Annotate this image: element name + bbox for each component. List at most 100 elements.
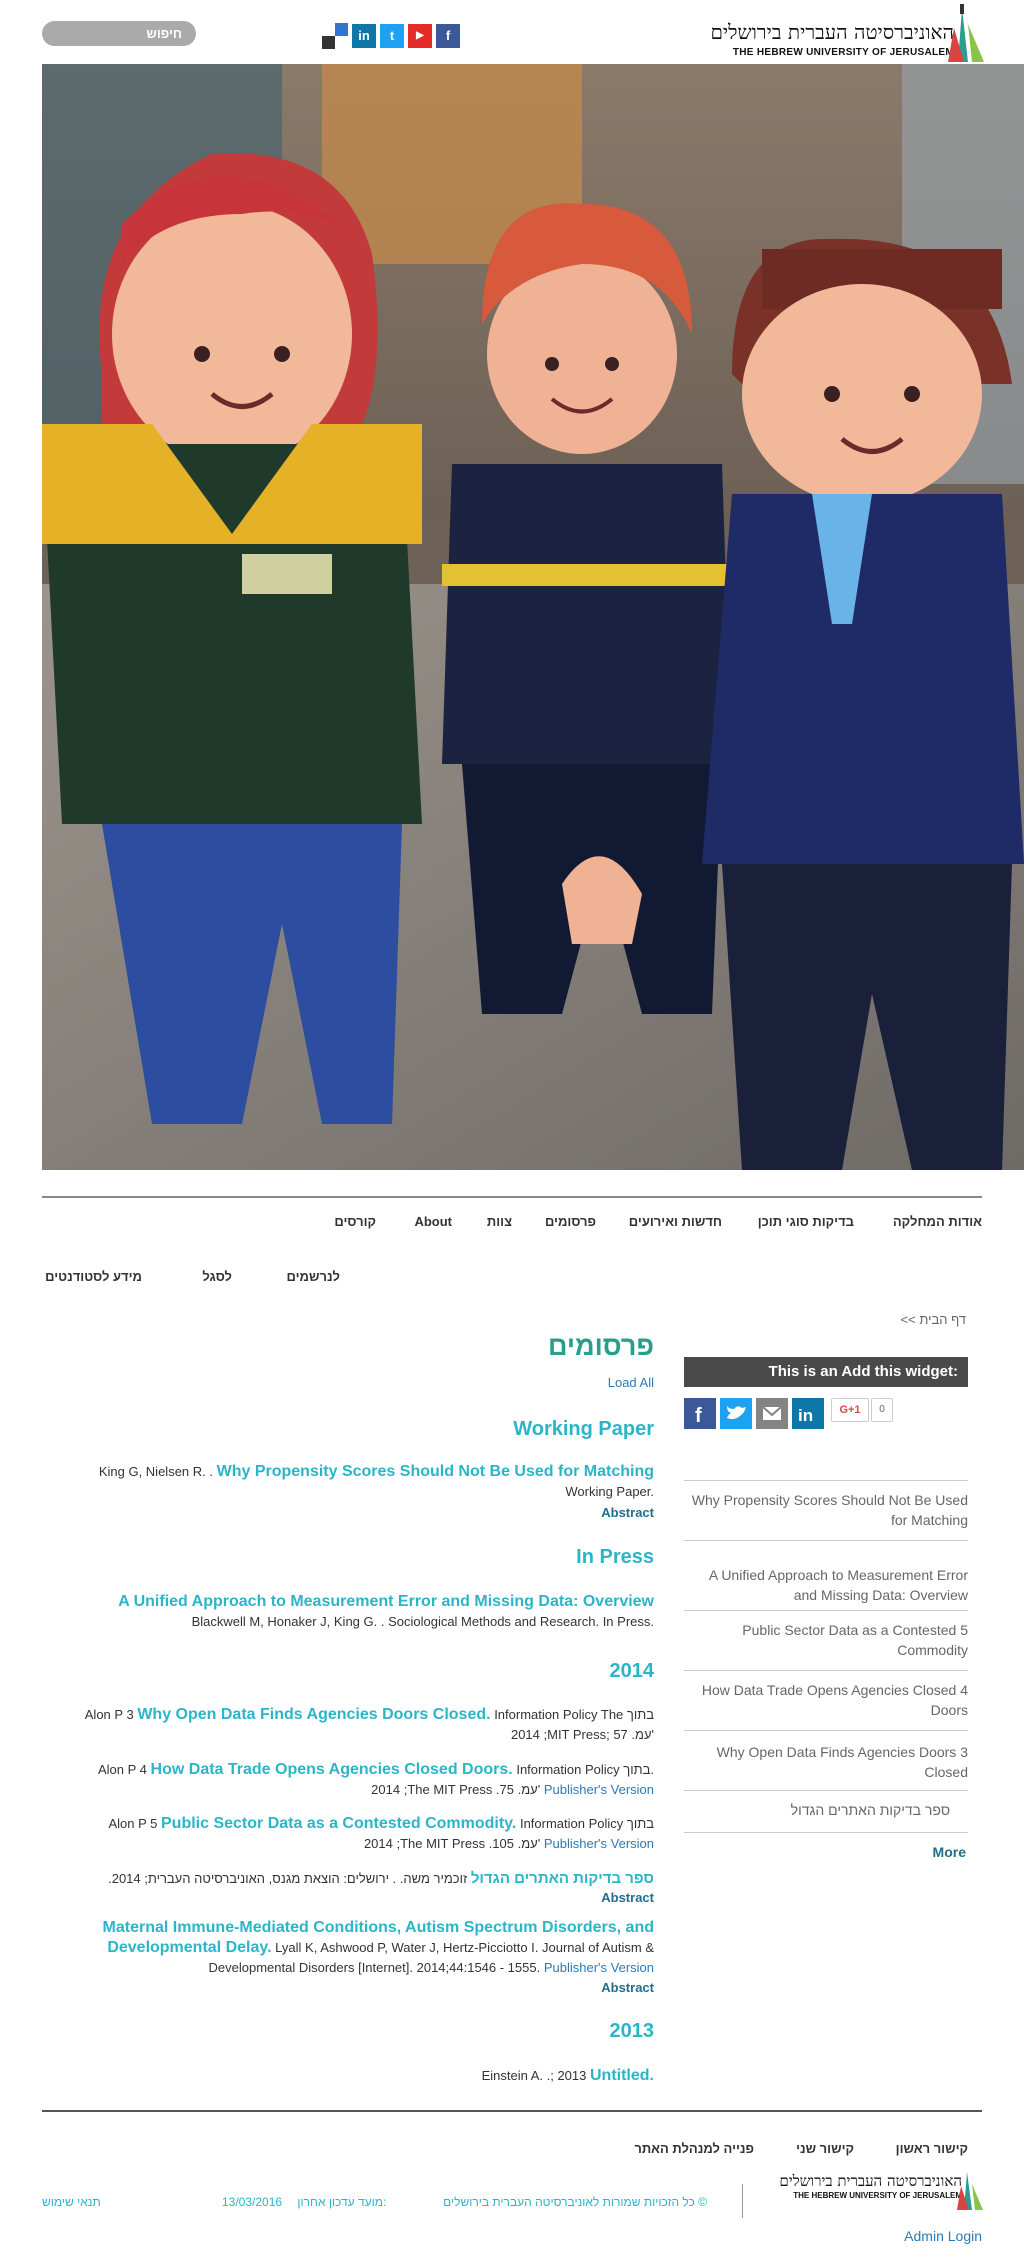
admin-login-link[interactable]: Admin Login bbox=[904, 2228, 982, 2244]
nav-item-about-department[interactable]: אודות המחלקה bbox=[893, 1214, 982, 1229]
entry-line: Alon P 4 How Data Trade Opens Agencies C… bbox=[34, 1760, 654, 1780]
share-twitter-icon[interactable] bbox=[720, 1398, 752, 1429]
entry-title-link[interactable]: How Data Trade Opens Agencies Closed Doo… bbox=[151, 1761, 513, 1778]
nav-item-about[interactable]: About bbox=[414, 1214, 452, 1229]
abstract-link[interactable]: Abstract bbox=[601, 1890, 654, 1905]
nav-item-content-tests[interactable]: בדיקות סוגי תוכן bbox=[758, 1214, 854, 1229]
entry-details: 2014 ;MIT Press; 57 .עמ' bbox=[510, 1727, 654, 1742]
entry-details: Developmental Disorders [Internet]. 2014… bbox=[34, 1958, 654, 1978]
publication-entry: King G, Nielsen R. . Why Propensity Scor… bbox=[34, 1462, 654, 1502]
publication-entry: Alon P 3 Why Open Data Finds Agencies Do… bbox=[34, 1705, 654, 1745]
share-linkedin-icon[interactable]: in bbox=[792, 1398, 824, 1429]
publication-entry: Alon P 4 How Data Trade Opens Agencies C… bbox=[34, 1760, 654, 1800]
last-updated-label: מועד עדכון אחרון: bbox=[297, 2195, 387, 2209]
sidebar-divider bbox=[684, 1610, 968, 1611]
more-link[interactable]: More bbox=[933, 1844, 966, 1860]
google-plus-count: 0 bbox=[871, 1398, 893, 1422]
entry-line: Alon P 5 Public Sector Data as a Contest… bbox=[34, 1814, 654, 1834]
section-heading-2014: 2014 bbox=[609, 1660, 655, 1682]
sidebar-item[interactable]: 4 How Data Trade Opens Agencies Closed D… bbox=[684, 1680, 968, 1720]
publisher-version-link[interactable]: Publisher's Version bbox=[544, 1960, 654, 1975]
abstract-link[interactable]: Abstract bbox=[601, 1505, 654, 1520]
twitter-glyph bbox=[727, 1406, 746, 1420]
share-facebook-icon[interactable]: f bbox=[684, 1398, 716, 1429]
publisher-version-link[interactable]: Publisher's Version bbox=[544, 1836, 654, 1851]
nav-divider bbox=[42, 1196, 982, 1198]
entry-title-link[interactable]: Why Open Data Finds Agencies Doors Close… bbox=[137, 1706, 490, 1723]
addthis-widget-title: This is an Add this widget: bbox=[684, 1357, 968, 1387]
youtube-icon[interactable]: ▶ bbox=[408, 24, 432, 48]
section-heading-working-paper: Working Paper bbox=[513, 1418, 654, 1440]
footer-divider bbox=[42, 2110, 982, 2112]
delicious-icon[interactable] bbox=[322, 23, 348, 49]
entry-authors: King G, Nielsen R. . bbox=[98, 1464, 213, 1479]
footer-link-contact[interactable]: פנייה למנהלת האתר bbox=[634, 2141, 754, 2156]
entry-publisher: 2014 ;The MIT Press .105 .עמ' bbox=[363, 1836, 541, 1851]
linkedin-glyph: in bbox=[798, 1406, 813, 1425]
entry-publisher: 2014 ;The MIT Press .75 .עמ' bbox=[371, 1782, 541, 1797]
sidebar-item[interactable]: Why Propensity Scores Should Not Be Used… bbox=[684, 1490, 968, 1530]
facebook-glyph: f bbox=[695, 1405, 702, 1427]
sidebar-divider bbox=[684, 1480, 968, 1481]
footer-logo[interactable]: האוניברסיטה העברית בירושלים THE HEBREW U… bbox=[779, 2172, 962, 2200]
last-updated-date: 13/03/2016 bbox=[222, 2195, 283, 2209]
toy-figures-photo bbox=[42, 64, 1024, 1170]
search-button[interactable]: חיפוש bbox=[42, 21, 196, 46]
entry-line: Alon P 3 Why Open Data Finds Agencies Do… bbox=[34, 1705, 654, 1725]
nav-item-registrants[interactable]: לנרשמים bbox=[287, 1269, 340, 1284]
entry-line: King G, Nielsen R. . Why Propensity Scor… bbox=[34, 1462, 654, 1482]
facebook-icon[interactable]: f bbox=[436, 24, 460, 48]
nav-item-students-info[interactable]: מידע לסטודנטים bbox=[45, 1269, 142, 1284]
sidebar-item[interactable]: ספר בדיקות האתרים הגדול bbox=[684, 1800, 968, 1820]
nav-item-courses[interactable]: קורסים bbox=[334, 1214, 376, 1229]
google-plus-button[interactable]: G+1 bbox=[831, 1398, 869, 1422]
abstract-link[interactable]: Abstract bbox=[601, 1980, 654, 1995]
sidebar-item[interactable]: 5 Public Sector Data as a Contested Comm… bbox=[684, 1620, 968, 1660]
breadcrumb[interactable]: דף הבית >> bbox=[901, 1312, 966, 1327]
logo-english-text: THE HEBREW UNIVERSITY OF JERUSALEM bbox=[732, 47, 954, 58]
entry-details: Blackwell M, Honaker J, King G. . Sociol… bbox=[191, 1614, 654, 1629]
delicious-glyph bbox=[322, 23, 348, 49]
publication-entry: ספר בדיקות האתרים הגדול זוכמיר משה. . יר… bbox=[34, 1869, 654, 1889]
sidebar-divider bbox=[684, 1540, 968, 1541]
publication-entry: A Unified Approach to Measurement Error … bbox=[34, 1592, 654, 1632]
entry-title-link[interactable]: Why Propensity Scores Should Not Be Used… bbox=[217, 1463, 654, 1480]
publication-entry: Einstein A. .; 2013 Untitled. bbox=[34, 2066, 654, 2086]
logo-hebrew-text: האוניברסיטה העברית בירושלים bbox=[710, 20, 954, 44]
entry-source: Information Policy בתוך. bbox=[516, 1762, 654, 1777]
entry-title-link[interactable]: Untitled. bbox=[590, 2067, 654, 2084]
footer-logo-hebrew: האוניברסיטה העברית בירושלים bbox=[779, 2172, 962, 2190]
section-heading-in-press: In Press bbox=[576, 1546, 654, 1568]
entry-details: 2014 ;The MIT Press .75 .עמ' Publisher's… bbox=[34, 1780, 654, 1800]
load-all-link[interactable]: Load All bbox=[608, 1375, 654, 1390]
sidebar-item[interactable]: 3 Why Open Data Finds Agencies Doors Clo… bbox=[684, 1742, 968, 1782]
nav-item-faculty[interactable]: לסגל bbox=[202, 1269, 232, 1284]
sidebar-divider bbox=[684, 1730, 968, 1731]
twitter-icon[interactable]: t bbox=[380, 24, 404, 48]
publisher-version-link[interactable]: Publisher's Version bbox=[544, 1782, 654, 1797]
linkedin-icon[interactable]: in bbox=[352, 24, 376, 48]
nav-item-staff[interactable]: צוות bbox=[487, 1214, 512, 1229]
terms-of-use-link[interactable]: תנאי שימוש bbox=[42, 2195, 101, 2209]
footer-link-first[interactable]: קישור ראשון bbox=[896, 2141, 968, 2156]
university-emblem-icon bbox=[948, 4, 984, 62]
publication-entry: Alon P 5 Public Sector Data as a Contest… bbox=[34, 1814, 654, 1854]
sidebar-item[interactable]: A Unified Approach to Measurement Error … bbox=[684, 1565, 968, 1605]
footer-link-second[interactable]: קישור שני bbox=[796, 2141, 854, 2156]
entry-title-link[interactable]: ספר בדיקות האתרים הגדול bbox=[471, 1870, 654, 1887]
publication-entry: Maternal Immune-Mediated Conditions, Aut… bbox=[34, 1918, 654, 1978]
university-logo[interactable]: האוניברסיטה העברית בירושלים THE HEBREW U… bbox=[710, 20, 954, 58]
nav-item-publications[interactable]: פרסומים bbox=[545, 1214, 596, 1229]
entry-title-link[interactable]: A Unified Approach to Measurement Error … bbox=[118, 1593, 654, 1610]
footer-logo-english: THE HEBREW UNIVERSITY OF JERUSALEM bbox=[793, 2191, 962, 2200]
entry-details: 2014 ;The MIT Press .105 .עמ' Publisher'… bbox=[34, 1834, 654, 1854]
entry-title-link[interactable]: Public Sector Data as a Contested Commod… bbox=[161, 1815, 516, 1832]
sidebar-divider bbox=[684, 1670, 968, 1671]
entry-publisher: Developmental Disorders [Internet]. 2014… bbox=[208, 1960, 541, 1975]
entry-number: Alon P 3 bbox=[84, 1707, 134, 1722]
entry-source: Information Policy The בתוך bbox=[494, 1707, 654, 1722]
nav-item-news-events[interactable]: חדשות ואירועים bbox=[629, 1214, 722, 1229]
entry-authors: Einstein A. .; 2013 bbox=[481, 2068, 587, 2083]
entry-source: Information Policy בתוך bbox=[519, 1816, 654, 1831]
share-email-icon[interactable] bbox=[756, 1398, 788, 1429]
